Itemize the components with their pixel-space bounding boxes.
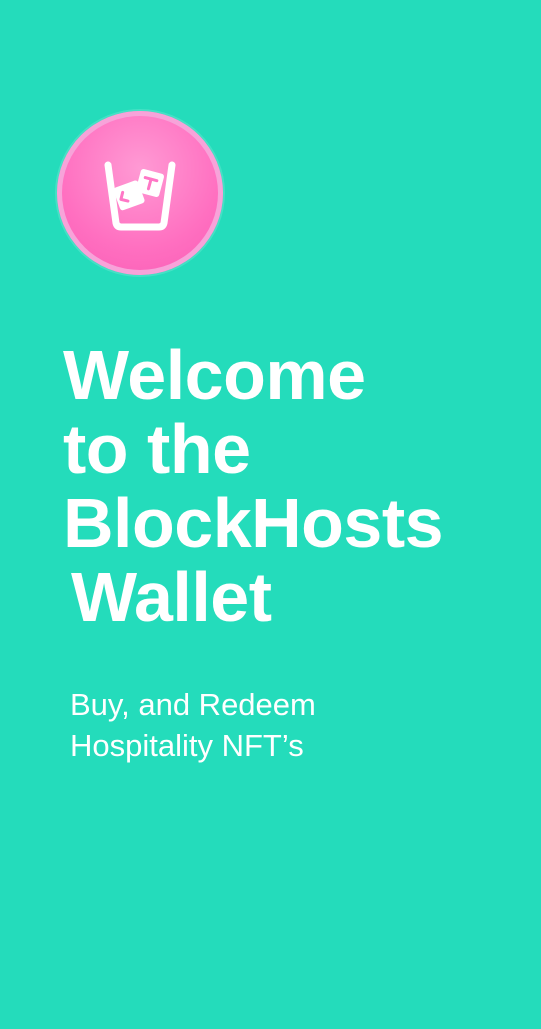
tagline-line-1: Buy, and Redeem <box>70 687 316 722</box>
blockhosts-glass-ice-icon <box>104 161 176 231</box>
welcome-title-line-1: Welcome <box>63 336 366 414</box>
app-logo <box>57 111 223 275</box>
welcome-title-line-4: Wallet <box>71 558 272 636</box>
tagline-line-2: Hospitality NFT’s <box>70 728 304 763</box>
welcome-title-line-3: BlockHosts <box>63 484 444 562</box>
welcome-title-line-2: to the <box>63 410 251 488</box>
welcome-title: Welcome to the BlockHosts Wallet <box>63 338 533 634</box>
tagline: Buy, and Redeem Hospitality NFT’s <box>70 684 470 766</box>
welcome-screen: Welcome to the BlockHosts Wallet Buy, an… <box>0 0 541 1029</box>
